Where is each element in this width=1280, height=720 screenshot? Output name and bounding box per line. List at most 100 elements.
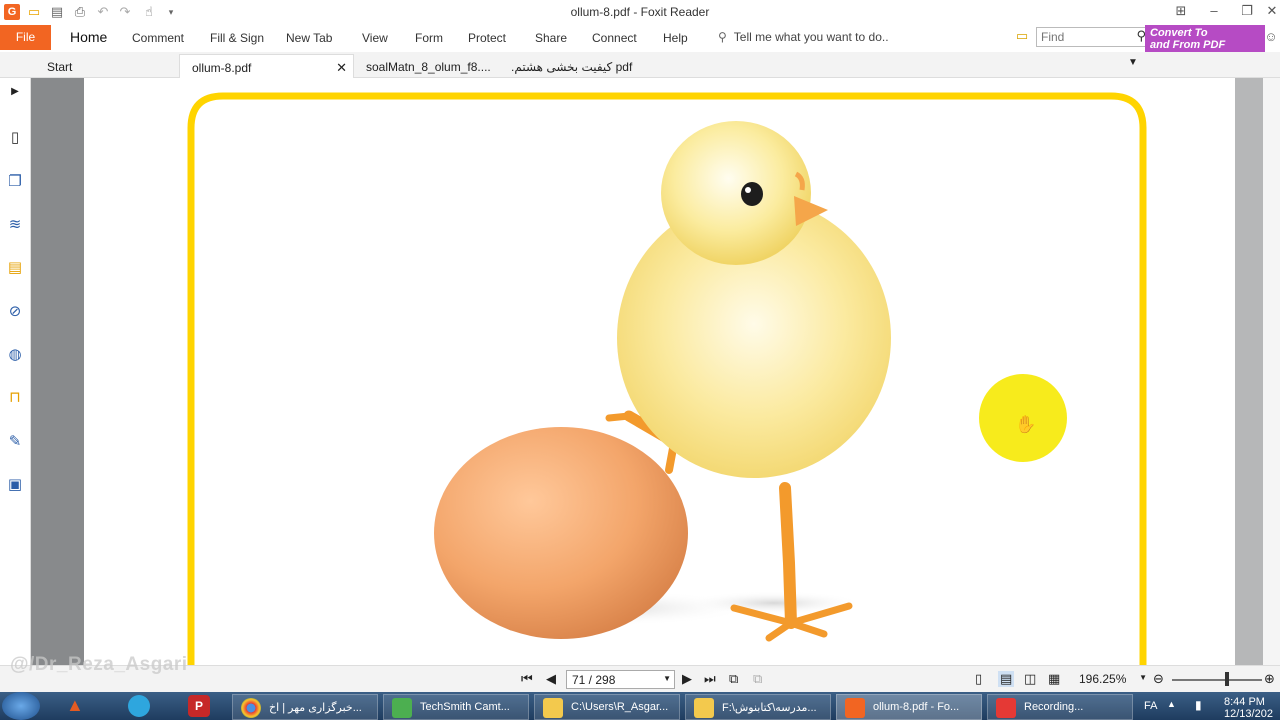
tab-share[interactable]: Share [535, 31, 567, 45]
chick-eye [741, 182, 763, 206]
page-number-field[interactable]: 71 / 298 ▼ [566, 670, 675, 689]
tab-help[interactable]: Help [663, 31, 688, 45]
telegram-icon[interactable] [128, 695, 150, 717]
find-input[interactable] [1037, 28, 1129, 46]
status-bar: ⏮ ◀ 71 / 298 ▼ ▶ ⏭ ⧉ ⧉ ▯ ▤ ◫ ▦ 196.25% ▼… [0, 665, 1280, 692]
tab-list-dropdown-icon[interactable]: ▼ [1128, 57, 1138, 68]
tell-me-search[interactable]: ⚲ Tell me what you want to do.. [718, 30, 889, 44]
network-icon[interactable]: ▮ [1195, 698, 1202, 712]
doc-tab-soalmatn[interactable]: soalMatn_8_olum_f8.... [354, 54, 499, 78]
pages-icon[interactable]: ❐ [4, 170, 26, 192]
folder-search-icon[interactable]: ▭ [1014, 28, 1030, 44]
recording-icon [996, 698, 1016, 718]
continuous-page-icon[interactable]: ▤ [998, 671, 1015, 687]
matlab-icon[interactable]: ▲ [66, 695, 84, 716]
find-box[interactable]: ⚲ [1036, 27, 1150, 47]
zoom-slider[interactable] [1172, 679, 1262, 681]
user-icon[interactable]: ☺ [1263, 28, 1279, 44]
language-indicator[interactable]: FA [1144, 700, 1157, 712]
next-page-button[interactable]: ▶ [682, 671, 692, 687]
tell-me-label: Tell me what you want to do.. [733, 30, 889, 44]
folder-icon [543, 698, 563, 718]
close-button[interactable]: ✕ [1262, 3, 1280, 21]
zoom-slider-thumb[interactable] [1225, 672, 1229, 686]
tray-arrow-icon[interactable]: ▲ [1167, 699, 1176, 709]
document-tab-bar: Start ollum-8.pdf ✕ soalMatn_8_olum_f8...… [0, 52, 1280, 78]
start-button[interactable] [2, 692, 40, 720]
expand-panel-icon[interactable]: ▶ [4, 80, 26, 102]
doc-tab-keyfiat[interactable]: .کیفیت بخشی هشتم pdf [499, 54, 644, 78]
tab-form[interactable]: Form [415, 31, 443, 45]
doc-tab-start[interactable]: Start [35, 54, 177, 78]
document-viewport[interactable] [31, 78, 1235, 678]
attachment-icon[interactable]: ⊘ [4, 300, 26, 322]
taskbar-recording[interactable]: Recording... [987, 694, 1133, 720]
camtasia-icon [392, 698, 412, 718]
right-edge [1263, 78, 1280, 665]
zoom-dropdown-icon[interactable]: ▼ [1139, 673, 1147, 682]
layers-icon[interactable]: ≋ [4, 213, 26, 235]
taskbar-chrome[interactable]: خبرگزاری مهر | اخ... [232, 694, 378, 720]
ribbon-tabs: File Home Comment Fill & Sign New Tab Vi… [0, 25, 1280, 52]
tab-protect[interactable]: Protect [468, 31, 506, 45]
foxit-icon [845, 698, 865, 718]
doc-tab-ollum[interactable]: ollum-8.pdf ✕ [179, 54, 354, 78]
zoom-level-value: 196.25% [1079, 672, 1127, 686]
properties-icon[interactable]: ▣ [4, 473, 26, 495]
restore-button[interactable]: ❐ [1237, 3, 1257, 21]
hand-cursor-icon: ✋ [1015, 415, 1037, 434]
clock-date: 12/13/202 [1224, 708, 1273, 720]
taskbar-explorer-1[interactable]: C:\Users\R_Asgar... [534, 694, 680, 720]
taskbar-foxit[interactable]: ollum-8.pdf - Fo... [836, 694, 982, 720]
tab-new-tab[interactable]: New Tab [286, 31, 332, 45]
comments-icon[interactable]: ▤ [4, 256, 26, 278]
taskbar-label: TechSmith Camt... [420, 701, 510, 713]
watermark: @/Dr_Reza_Asgari [10, 654, 188, 675]
tab-home[interactable]: Home [70, 29, 107, 45]
title-bar: G ▭ ▤ ⎙ ↶ ↷ ☝ ▾ ollum-8.pdf - Foxit Read… [0, 0, 1280, 25]
tab-comment[interactable]: Comment [132, 31, 184, 45]
last-page-button[interactable]: ⏭ [704, 671, 716, 687]
chrome-icon [241, 698, 261, 718]
window-title: ollum-8.pdf - Foxit Reader [570, 5, 710, 19]
lightbulb-icon: ⚲ [718, 30, 727, 44]
page-illustration [187, 92, 1147, 678]
navigation-panel: ▶ ▯ ❐ ≋ ▤ ⊘ ◍ ⊓ ✎ ▣ [0, 78, 31, 665]
chick-head [661, 121, 811, 265]
minimize-button[interactable]: – [1204, 3, 1224, 21]
first-page-button[interactable]: ⏮ [521, 671, 533, 687]
zoom-level-field[interactable]: 196.25% ▼ [1071, 670, 1151, 689]
page-number-value: 71 / 298 [572, 673, 616, 687]
convert-pdf-banner[interactable]: Convert To and From PDF [1145, 25, 1265, 52]
tools-icon[interactable]: ✎ [4, 430, 26, 452]
signature-icon[interactable]: ◍ [4, 343, 26, 365]
folder-icon [694, 698, 714, 718]
vertical-scrollbar[interactable] [1235, 78, 1263, 665]
tab-connect[interactable]: Connect [592, 31, 637, 45]
page-dropdown-icon[interactable]: ▼ [663, 674, 671, 683]
close-tab-icon[interactable]: ✕ [336, 60, 347, 76]
prev-page-button[interactable]: ◀ [546, 671, 556, 687]
previous-view-icon[interactable]: ⧉ [729, 671, 738, 687]
file-tab[interactable]: File [0, 25, 51, 50]
single-page-icon[interactable]: ▯ [975, 671, 982, 687]
taskbar-camtasia[interactable]: TechSmith Camt... [383, 694, 529, 720]
bookmark-icon[interactable]: ▯ [4, 126, 26, 148]
convert-line2: and From PDF [1150, 39, 1226, 51]
facing-page-icon[interactable]: ◫ [1024, 671, 1036, 687]
next-view-icon[interactable]: ⧉ [753, 671, 762, 687]
taskbar-explorer-2[interactable]: F:\مدرسه\کتابنوش... [685, 694, 831, 720]
ribbon-options-icon[interactable]: ⊞ [1171, 3, 1191, 21]
taskbar-label: ollum-8.pdf - Fo... [873, 701, 960, 713]
convert-line1: Convert To [1150, 27, 1208, 39]
zoom-in-icon[interactable]: ⊕ [1264, 671, 1275, 687]
tab-view[interactable]: View [362, 31, 388, 45]
doc-tab-label: Start [47, 60, 73, 74]
security-icon[interactable]: ⊓ [4, 386, 26, 408]
clock[interactable]: 8:44 PM 12/13/202 [1224, 696, 1273, 720]
continuous-facing-icon[interactable]: ▦ [1048, 671, 1060, 687]
tab-fill-sign[interactable]: Fill & Sign [210, 31, 264, 45]
zoom-out-icon[interactable]: ⊖ [1153, 671, 1164, 687]
pdf-page[interactable] [84, 78, 1235, 678]
app-p-icon[interactable]: P [188, 695, 210, 717]
